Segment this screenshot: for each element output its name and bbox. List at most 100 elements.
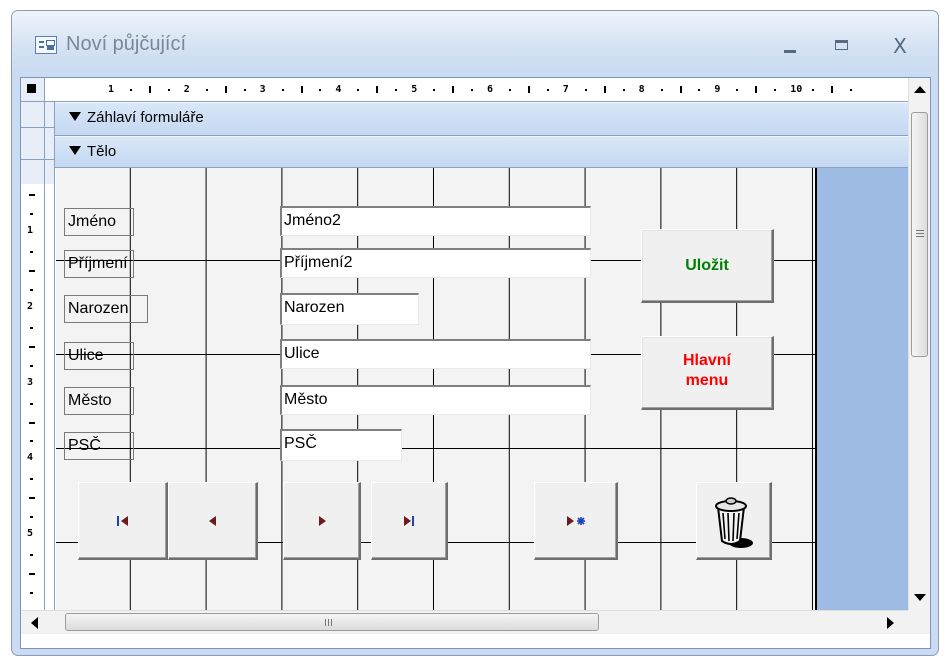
ruler-tick [831,86,834,93]
form-header-label: Záhlaví formuláře [87,109,204,126]
form-selector-icon [27,84,36,93]
ruler-number: 3 [259,84,266,95]
textbox-mesto[interactable]: Město [280,385,591,415]
ruler-number: 9 [714,84,721,95]
maximize-button[interactable] [822,31,862,61]
minimize-button[interactable] [770,31,810,61]
form-selector[interactable] [21,78,45,102]
ruler-tick [660,89,663,91]
ruler-number: 8 [638,84,645,95]
ruler-tick [850,89,853,91]
ruler-tick [30,440,33,443]
ruler-number: 2 [27,300,34,312]
textbox-narozen[interactable]: Narozen [280,293,419,325]
next-record-button[interactable] [283,482,361,560]
textbox-prijmeni[interactable]: Příjmení2 [280,248,591,278]
new-record-icon [566,515,585,526]
previous-record-icon [208,515,216,526]
textbox-jmeno[interactable]: Jméno2 [280,206,591,236]
ruler-tick [243,89,246,91]
ruler-tick [433,89,436,91]
textbox-ulice[interactable]: Ulice [280,339,591,369]
ruler-tick [30,516,33,519]
first-record-button[interactable] [78,482,168,560]
design-area: 1 2 3 4 5 6 7 8 9 10 1 2 3 4 5 Záhlaví formuláře Tělo… [20,77,931,649]
label-psc[interactable]: PSČ [64,432,134,460]
ruler-tick [30,213,33,216]
ruler-tick [300,86,303,93]
ruler-tick [29,421,35,424]
vertical-ruler[interactable]: 1 2 3 4 5 [21,102,45,610]
scroll-right-icon[interactable] [887,617,894,629]
last-record-icon [404,515,414,526]
ruler-tick [30,250,33,253]
vertical-scroll-thumb[interactable] [911,112,928,357]
ruler-number: 4 [335,84,342,95]
minimize-icon [784,50,796,53]
ruler-tick [29,194,35,197]
main-menu-label-line2: menu [685,372,729,389]
label-ulice[interactable]: Ulice [64,342,134,370]
section-selector-strip[interactable] [45,102,55,610]
ruler-tick [546,89,549,91]
main-menu-button[interactable]: Hlavní menu [641,336,774,410]
detail-section-bar[interactable]: Tělo [55,136,908,168]
ruler-tick [736,89,739,91]
label-prijmeni[interactable]: Příjmení [64,250,134,278]
label-narozen[interactable]: Narozen [64,295,148,323]
ruler-tick [30,402,33,405]
form-header-section-bar[interactable]: Záhlaví formuláře [55,102,908,136]
ruler-tick [30,326,33,329]
main-menu-label-line1: Hlavní [682,352,731,369]
scrollbar-corner [908,610,930,634]
scroll-left-icon[interactable] [31,617,38,629]
ruler-tick [622,89,625,91]
ruler-number: 4 [27,452,34,464]
save-button[interactable]: Uložit [641,229,774,303]
detail-label: Tělo [87,143,117,160]
ruler-tick [812,89,815,91]
horizontal-scrollbar[interactable] [21,610,908,634]
ruler-tick [29,497,35,500]
close-button[interactable]: X [880,31,920,61]
ruler-tick [30,592,33,595]
delete-record-button[interactable] [696,482,772,560]
ruler-tick [29,573,35,576]
title-bar[interactable]: Noví půjčující X [12,11,938,77]
form-icon [35,36,57,54]
ruler-tick [755,86,758,93]
label-jmeno[interactable]: Jméno [64,208,134,236]
ruler-tick [584,89,587,91]
maximize-icon [835,40,848,50]
new-record-button[interactable] [534,482,618,560]
ruler-number: 10 [790,84,803,95]
ruler-tick [603,86,606,93]
horizontal-ruler[interactable]: 1 2 3 4 5 6 7 8 9 10 [45,78,908,102]
last-record-button[interactable] [371,482,448,560]
ruler-tick [167,89,170,91]
scroll-up-icon[interactable] [914,86,926,93]
section-arrow-icon [69,111,81,121]
label-mesto[interactable]: Město [64,387,134,415]
horizontal-scroll-thumb[interactable] [65,613,599,631]
first-record-icon [116,515,128,526]
window-title: Noví půjčující [66,33,187,55]
ruler-tick [508,89,511,91]
ruler-tick [357,89,360,91]
ruler-tick [774,89,777,91]
ruler-tick [30,364,33,367]
ruler-tick [452,86,455,93]
vertical-scrollbar[interactable] [908,78,930,610]
ruler-number: 1 [108,84,115,95]
ruler-number: 2 [183,84,190,95]
ruler-tick [30,478,33,481]
scroll-down-icon[interactable] [914,594,926,601]
textbox-psc[interactable]: PSČ [280,429,402,461]
ruler-tick [395,89,398,91]
previous-record-button[interactable] [168,482,258,560]
ruler-tick [679,86,682,93]
ruler-tick [376,86,379,93]
ruler-number: 7 [562,84,569,95]
trash-icon [714,496,753,548]
ruler-tick [30,288,33,291]
